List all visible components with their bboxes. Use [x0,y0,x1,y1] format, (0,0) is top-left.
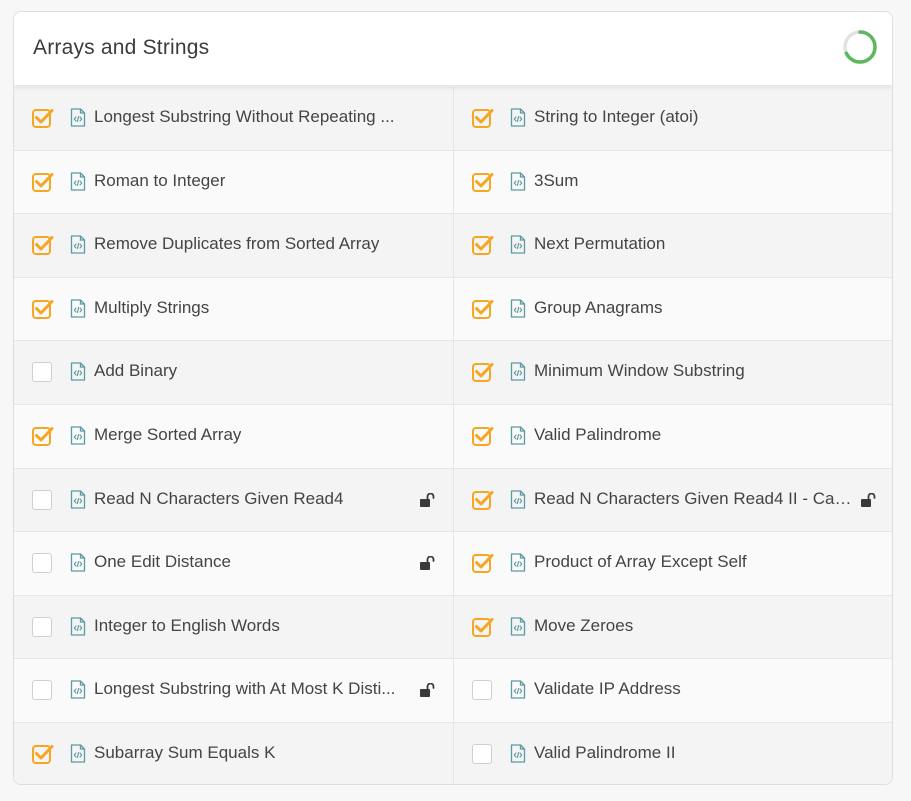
problem-title[interactable]: Next Permutation [534,234,665,254]
problem-item[interactable]: Subarray Sum Equals K [14,722,454,784]
code-document-icon [510,744,526,763]
code-document-icon [510,553,526,572]
problem-item[interactable]: Longest Substring Without Repeating ... [14,87,454,151]
problem-title[interactable]: Subarray Sum Equals K [94,743,275,763]
problem-item[interactable]: Remove Duplicates from Sorted Array [14,214,454,278]
problem-title[interactable]: Roman to Integer [94,171,225,191]
arrays-and-strings-panel: Arrays and Strings Longest Substring Wit… [13,11,893,785]
checkbox-icon[interactable] [32,172,54,192]
problem-item[interactable]: One Edit Distance [14,532,454,596]
problem-item[interactable]: Merge Sorted Array [14,404,454,469]
checkbox-icon[interactable] [472,108,494,128]
checkbox-icon[interactable] [32,489,52,510]
checkbox-icon[interactable] [32,299,54,319]
checkbox-icon[interactable] [32,235,54,256]
problem-title[interactable]: Read N Characters Given Read4 [94,489,343,509]
problem-title[interactable]: Multiply Strings [94,298,209,318]
panel-header: Arrays and Strings [14,12,892,85]
code-document-icon [70,235,86,254]
code-document-icon [70,617,86,636]
problem-item[interactable]: Minimum Window Substring [454,341,892,405]
checkbox-icon[interactable] [472,617,494,637]
code-document-icon [510,362,526,382]
progress-ring-icon [843,30,877,64]
problem-item[interactable]: Move Zeroes [454,595,892,660]
problem-item[interactable]: Longest Substring with At Most K Disti..… [14,659,454,723]
problem-item[interactable]: 3Sum [454,150,892,215]
problem-item[interactable]: Valid Palindrome II [454,722,892,784]
problem-grid: Longest Substring Without Repeating ... S… [14,87,892,784]
problem-item[interactable]: Integer to English Words [14,595,454,660]
code-document-icon [510,235,526,254]
code-document-icon [70,744,86,763]
problem-title[interactable]: Merge Sorted Array [94,425,241,445]
checkbox-icon[interactable] [472,743,492,764]
panel-title: Arrays and Strings [33,36,210,59]
problem-item[interactable]: Group Anagrams [454,277,892,342]
problem-title[interactable]: Valid Palindrome [534,425,661,445]
problem-title[interactable]: Minimum Window Substring [534,361,745,381]
code-document-icon [510,680,526,699]
problem-title[interactable]: Move Zeroes [534,616,633,636]
problem-title[interactable]: Longest Substring with At Most K Disti..… [94,679,395,699]
checkbox-icon[interactable] [472,680,492,701]
problem-item[interactable]: Next Permutation [454,214,892,278]
unlocked-padlock-icon [420,556,435,571]
problem-title[interactable]: Add Binary [94,361,177,381]
checkbox-icon[interactable] [472,553,494,574]
problem-item[interactable]: Valid Palindrome [454,404,892,469]
unlocked-padlock-icon [420,683,435,698]
checkbox-icon[interactable] [32,362,52,383]
checkbox-icon[interactable] [32,426,54,446]
code-document-icon [70,489,86,509]
checkbox-icon[interactable] [472,490,494,510]
checkbox-icon[interactable] [472,172,494,192]
problem-item[interactable]: Multiply Strings [14,277,454,342]
code-document-icon [510,489,526,509]
code-document-icon [70,553,86,572]
code-document-icon [70,108,86,127]
code-document-icon [70,171,86,191]
checkbox-icon[interactable] [32,616,52,637]
code-document-icon [510,108,526,127]
problem-title[interactable]: Longest Substring Without Repeating ... [94,107,395,127]
code-document-icon [70,299,86,318]
unlocked-padlock-icon [420,492,435,507]
checkbox-icon[interactable] [32,553,52,574]
problem-item[interactable]: Validate IP Address [454,659,892,723]
checkbox-icon[interactable] [472,426,494,446]
checkbox-icon[interactable] [472,299,494,319]
problem-title[interactable]: Read N Characters Given Read4 II - Call.… [534,489,854,509]
checkbox-icon[interactable] [32,680,52,701]
problem-item[interactable]: String to Integer (atoi) [454,87,892,151]
checkbox-icon[interactable] [472,235,494,256]
code-document-icon [510,299,526,318]
problem-item[interactable]: Product of Array Except Self [454,532,892,596]
code-document-icon [510,426,526,445]
code-document-icon [70,680,86,699]
problem-title[interactable]: Remove Duplicates from Sorted Array [94,234,379,254]
problem-item[interactable]: Roman to Integer [14,150,454,215]
problem-title[interactable]: Group Anagrams [534,298,663,318]
checkbox-icon[interactable] [32,108,54,128]
code-document-icon [510,617,526,636]
unlocked-padlock-icon [861,492,876,507]
code-document-icon [510,171,526,191]
checkbox-icon[interactable] [472,362,494,383]
problem-title[interactable]: Validate IP Address [534,679,681,699]
problem-title[interactable]: String to Integer (atoi) [534,107,698,127]
problem-title[interactable]: One Edit Distance [94,552,231,572]
problem-title[interactable]: Product of Array Except Self [534,552,747,572]
problem-title[interactable]: Integer to English Words [94,616,280,636]
problem-title[interactable]: 3Sum [534,171,578,191]
code-document-icon [70,426,86,445]
checkbox-icon[interactable] [32,744,54,764]
problem-item[interactable]: Add Binary [14,341,454,405]
problem-title[interactable]: Valid Palindrome II [534,743,675,763]
problem-item[interactable]: Read N Characters Given Read4 II - Call.… [454,468,892,533]
code-document-icon [70,362,86,382]
problem-item[interactable]: Read N Characters Given Read4 [14,468,454,533]
